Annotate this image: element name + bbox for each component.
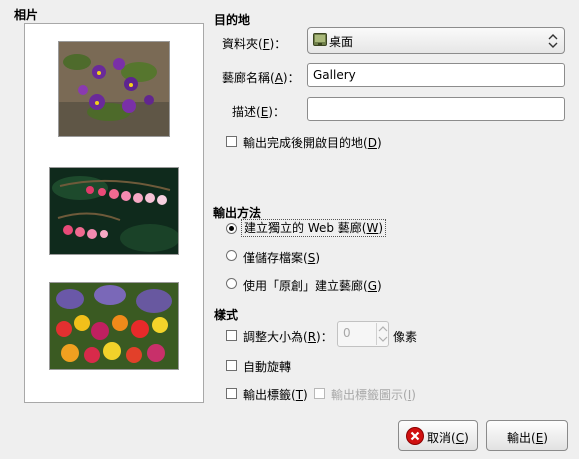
thumbnail-pansies bbox=[58, 41, 170, 137]
folder-icon bbox=[313, 33, 327, 46]
export-label: 輸出(E) bbox=[507, 431, 548, 445]
radio-original-gallery[interactable] bbox=[226, 278, 237, 289]
open-after-label[interactable]: 輸出完成後開啟目的地(D) bbox=[243, 134, 382, 151]
export-tags-label[interactable]: 輸出標籤(T) bbox=[243, 386, 308, 403]
folder-combobox[interactable]: 桌面 bbox=[307, 27, 565, 54]
export-tag-icons-checkbox[interactable] bbox=[314, 388, 325, 399]
standalone-web-gallery-label[interactable]: 建立獨立的 Web 藝廊(W) bbox=[241, 219, 387, 237]
save-files-only-label[interactable]: 僅儲存檔案(S) bbox=[243, 249, 320, 266]
resize-checkbox[interactable] bbox=[226, 330, 237, 341]
auto-rotate-label[interactable]: 自動旋轉 bbox=[243, 358, 291, 375]
radio-standalone-web-gallery[interactable] bbox=[226, 223, 237, 234]
photos-title: 相片 bbox=[14, 8, 39, 22]
resize-spinbutton[interactable]: 0 bbox=[337, 321, 389, 347]
export-button[interactable]: 輸出(E) bbox=[486, 420, 568, 451]
gallery-name-label: 藝廊名稱(A)： bbox=[222, 71, 300, 85]
thumbnail-primulas bbox=[49, 282, 179, 370]
thumbnail-bleeding-hearts bbox=[49, 167, 179, 255]
open-after-checkbox[interactable] bbox=[226, 136, 237, 147]
description-label: 描述(E)： bbox=[232, 105, 285, 119]
resize-unit: 像素 bbox=[393, 330, 418, 344]
combo-arrows-icon bbox=[548, 33, 558, 49]
cancel-button[interactable]: 取消(C) bbox=[398, 420, 478, 451]
original-gallery-label[interactable]: 使用「原創」建立藝廊(G) bbox=[243, 277, 382, 294]
radio-save-files-only[interactable] bbox=[226, 250, 237, 261]
destination-title: 目的地 bbox=[214, 13, 251, 27]
gallery-name-input[interactable]: Gallery bbox=[307, 63, 565, 87]
export-tag-icons-label[interactable]: 輸出標籤圖示(I) bbox=[331, 386, 416, 403]
style-title: 樣式 bbox=[214, 308, 239, 322]
photo-preview-panel bbox=[24, 23, 204, 403]
cancel-icon bbox=[406, 427, 424, 445]
spin-arrows-icon[interactable] bbox=[376, 323, 389, 345]
resize-label[interactable]: 調整大小為(R)： bbox=[243, 328, 333, 345]
resize-value: 0 bbox=[343, 326, 351, 340]
auto-rotate-checkbox[interactable] bbox=[226, 360, 237, 371]
description-input[interactable] bbox=[307, 97, 565, 121]
cancel-label: 取消(C) bbox=[427, 431, 469, 445]
export-tags-checkbox[interactable] bbox=[226, 388, 237, 399]
folder-label: 資料夾(F)： bbox=[222, 37, 287, 51]
folder-value: 桌面 bbox=[329, 35, 354, 49]
